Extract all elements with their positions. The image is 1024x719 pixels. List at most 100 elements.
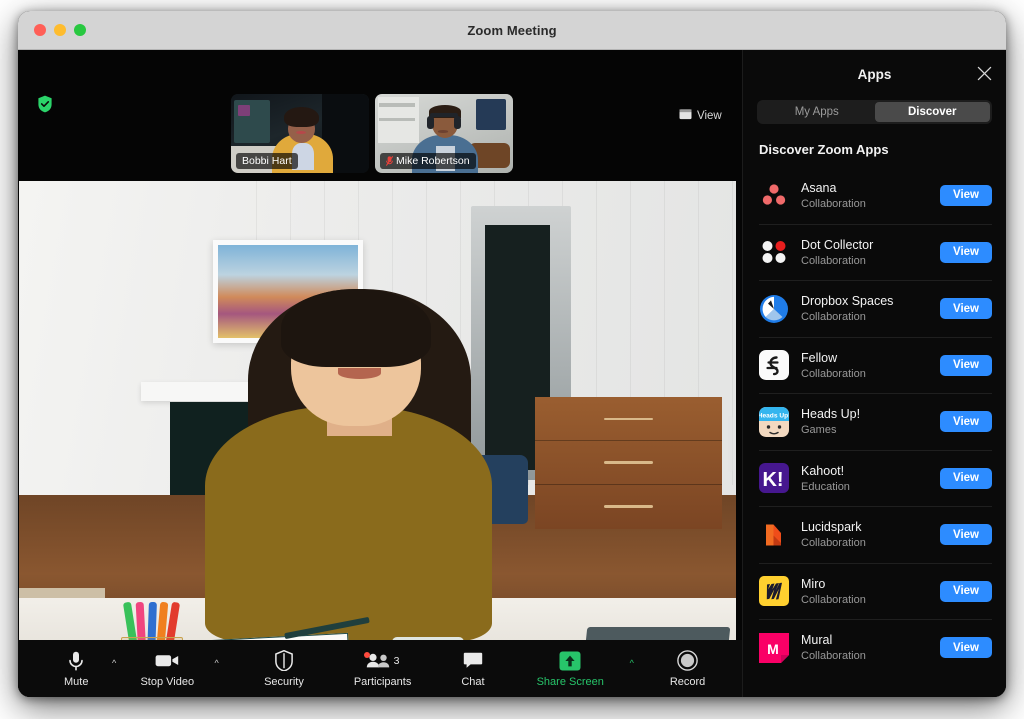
participants-count: 3: [394, 655, 400, 667]
share-screen-arrow-icon: [559, 649, 581, 672]
list-item[interactable]: Heads Up! Heads Up! Games View: [759, 393, 992, 450]
app-name: Lucidspark: [801, 520, 940, 535]
microphone-icon: [69, 649, 83, 672]
view-button[interactable]: View: [940, 637, 992, 658]
dot-collector-icon: [759, 237, 789, 267]
record-button[interactable]: Record: [666, 645, 709, 693]
discover-section-title: Discover Zoom Apps: [759, 142, 1006, 157]
participant-thumbnail-bobbi-hart[interactable]: Bobbi Hart: [231, 94, 369, 173]
security-button[interactable]: Security: [260, 645, 308, 693]
meeting-toolbar: Mute ^ Stop Video ^: [18, 640, 742, 697]
heads-up-icon: Heads Up!: [759, 407, 789, 437]
apps-panel: Apps My Apps Discover Discover Zoom Apps: [742, 50, 1006, 697]
thumbnail-name-label: Bobbi Hart: [236, 153, 298, 170]
view-button[interactable]: View: [940, 185, 992, 206]
view-button[interactable]: View: [940, 524, 992, 545]
app-category: Education: [801, 481, 940, 493]
green-shield-check-icon[interactable]: [37, 95, 53, 113]
app-text: Kahoot! Education: [801, 464, 940, 493]
view-layout-button[interactable]: View: [673, 105, 728, 126]
share-screen-button[interactable]: Share Screen ^: [533, 645, 608, 693]
view-button[interactable]: View: [940, 242, 992, 263]
close-x-icon[interactable]: [977, 66, 992, 81]
close-window-button[interactable]: [34, 24, 46, 36]
view-button[interactable]: View: [940, 298, 992, 319]
active-speaker-scene: [19, 181, 736, 671]
participant-thumbnail-strip: Bobbi Hart: [231, 94, 513, 173]
participants-button[interactable]: 3 Participants: [350, 645, 415, 693]
app-category: Collaboration: [801, 650, 940, 662]
video-scrollbar[interactable]: [728, 416, 733, 472]
record-circle-icon: [677, 649, 698, 672]
chat-label: Chat: [461, 676, 484, 688]
list-item[interactable]: Fellow Collaboration View: [759, 337, 992, 394]
app-name: Heads Up!: [801, 407, 940, 422]
apps-list: Asana Collaboration View: [743, 167, 1006, 697]
mute-label: Mute: [64, 676, 88, 688]
view-button[interactable]: View: [940, 411, 992, 432]
mic-muted-icon: [386, 156, 393, 166]
speech-bubble-icon: [463, 649, 483, 672]
asana-icon: [759, 180, 789, 210]
app-category: Games: [801, 424, 940, 436]
lucidspark-icon: [759, 520, 789, 550]
mute-options-caret[interactable]: ^: [112, 659, 116, 668]
app-name: Mural: [801, 633, 940, 648]
active-speaker-video[interactable]: [19, 181, 736, 671]
participants-label: Participants: [354, 676, 411, 688]
zoom-meeting-window: Zoom Meeting: [18, 11, 1006, 697]
minimize-window-button[interactable]: [54, 24, 66, 36]
app-category: Collaboration: [801, 537, 940, 549]
app-text: Heads Up! Games: [801, 407, 940, 436]
list-item[interactable]: Dropbox Spaces Collaboration View: [759, 280, 992, 337]
view-button[interactable]: View: [940, 468, 992, 489]
window-title: Zoom Meeting: [18, 23, 1006, 38]
miro-icon: [759, 576, 789, 606]
app-name: Dot Collector: [801, 238, 940, 253]
apps-tab-switcher: My Apps Discover: [757, 100, 992, 124]
video-camera-icon: [155, 649, 179, 672]
mute-button[interactable]: Mute ^: [60, 645, 92, 693]
tab-discover[interactable]: Discover: [875, 102, 991, 122]
thumbnail-name-label: Mike Robertson: [380, 153, 476, 170]
svg-text:Heads Up!: Heads Up!: [759, 412, 789, 419]
share-screen-label: Share Screen: [537, 676, 604, 688]
participants-badge-dot: [364, 652, 370, 658]
meeting-area: Bobbi Hart: [18, 50, 742, 697]
tab-my-apps[interactable]: My Apps: [759, 102, 875, 122]
list-item[interactable]: K! Kahoot! Education View: [759, 450, 992, 507]
title-bar: Zoom Meeting: [18, 11, 1006, 50]
stop-video-button[interactable]: Stop Video ^: [136, 645, 198, 693]
app-text: Miro Collaboration: [801, 577, 940, 606]
shield-icon: [275, 649, 293, 672]
mural-icon: M: [759, 633, 789, 663]
app-text: Dot Collector Collaboration: [801, 238, 940, 267]
stop-video-label: Stop Video: [140, 676, 194, 688]
video-options-caret[interactable]: ^: [214, 659, 218, 668]
app-text: Lucidspark Collaboration: [801, 520, 940, 549]
app-category: Collaboration: [801, 311, 940, 323]
app-text: Dropbox Spaces Collaboration: [801, 294, 940, 323]
view-button[interactable]: View: [940, 355, 992, 376]
app-name: Dropbox Spaces: [801, 294, 940, 309]
maximize-window-button[interactable]: [74, 24, 86, 36]
security-label: Security: [264, 676, 304, 688]
view-button[interactable]: View: [940, 581, 992, 602]
app-text: Fellow Collaboration: [801, 351, 940, 380]
list-item[interactable]: Asana Collaboration View: [759, 167, 992, 224]
app-name: Asana: [801, 181, 940, 196]
app-category: Collaboration: [801, 594, 940, 606]
list-item[interactable]: Dot Collector Collaboration View: [759, 224, 992, 281]
list-item[interactable]: Miro Collaboration View: [759, 563, 992, 620]
svg-text:K!: K!: [762, 469, 783, 491]
apps-panel-header: Apps: [743, 50, 1006, 98]
participant-thumbnail-mike-robertson[interactable]: Mike Robertson: [375, 94, 513, 173]
list-item[interactable]: Lucidspark Collaboration View: [759, 506, 992, 563]
share-options-caret[interactable]: ^: [630, 659, 634, 668]
list-item[interactable]: M Mural Collaboration View: [759, 619, 992, 676]
app-text: Asana Collaboration: [801, 181, 940, 210]
app-category: Collaboration: [801, 198, 940, 210]
app-name: Fellow: [801, 351, 940, 366]
record-label: Record: [670, 676, 705, 688]
chat-button[interactable]: Chat: [457, 645, 488, 693]
